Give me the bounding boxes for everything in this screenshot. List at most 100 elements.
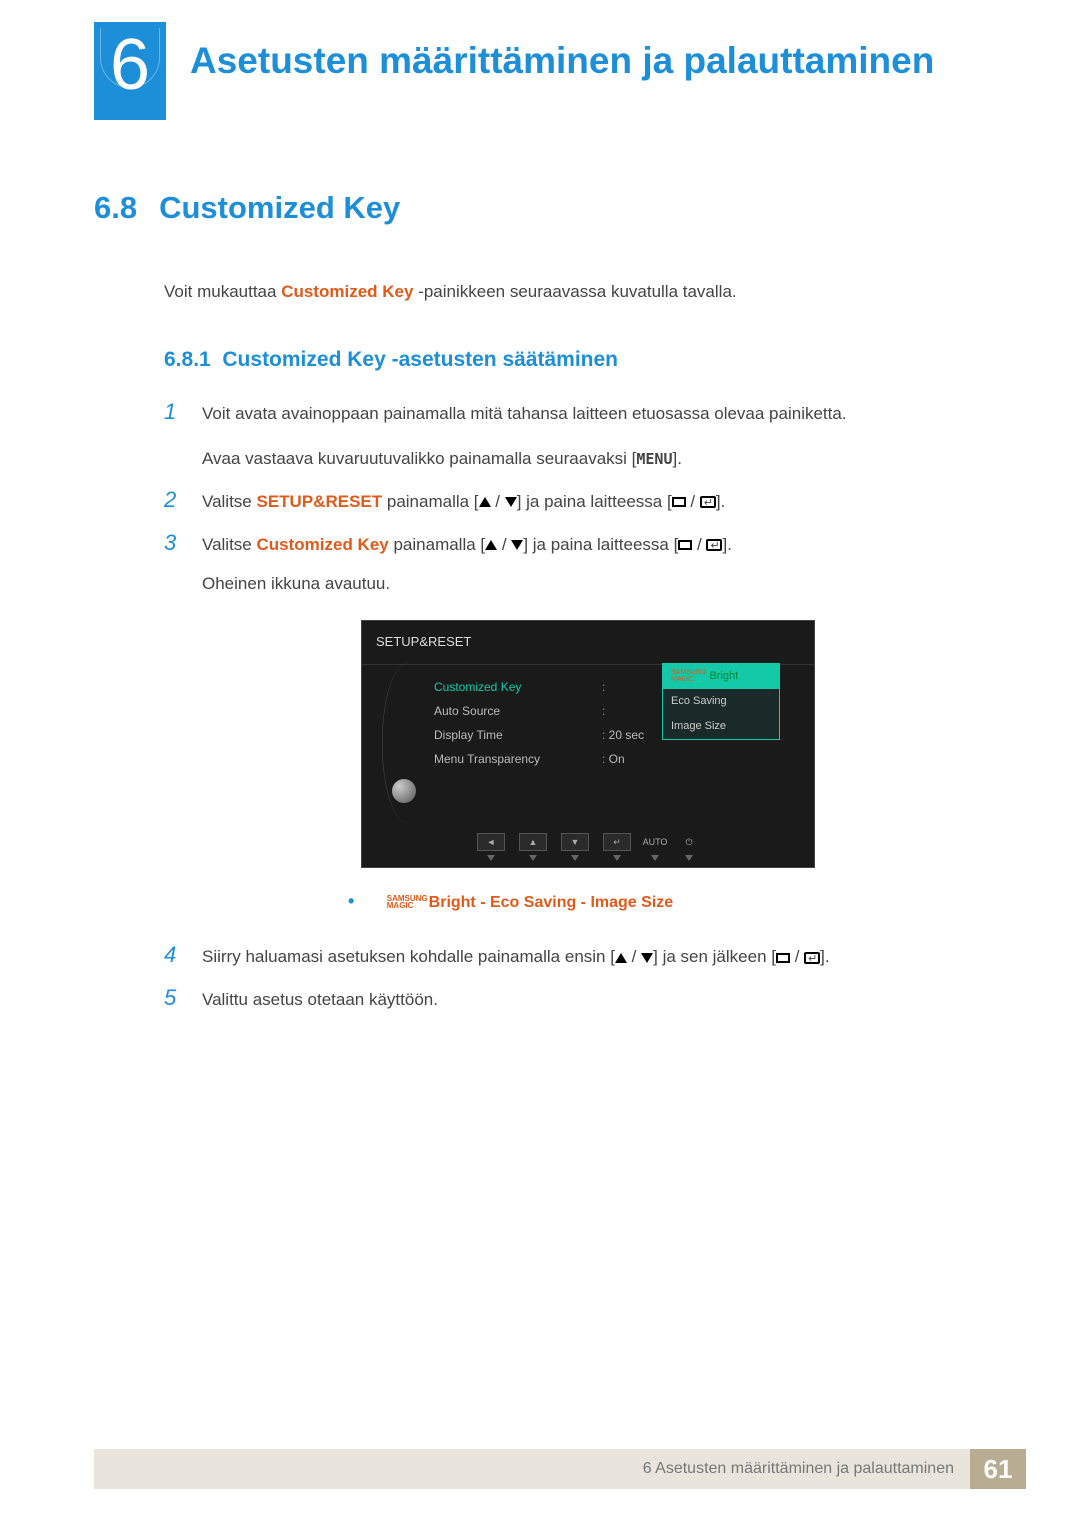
page-number: 61 bbox=[970, 1449, 1026, 1489]
osd-ctrl-up-icon: ▲ bbox=[519, 833, 547, 851]
up-icon bbox=[615, 953, 627, 963]
step-number: 3 bbox=[164, 531, 184, 929]
step-body: Siirry haluamasi asetuksen kohdalle pain… bbox=[202, 943, 974, 972]
step: 3 Valitse Customized Key painamalla [ / … bbox=[164, 531, 974, 929]
osd-title: SETUP&RESET bbox=[362, 621, 814, 664]
page-footer: 6 Asetusten määrittäminen ja palauttamin… bbox=[94, 1449, 1026, 1489]
step1-line2: Avaa vastaava kuvaruutuvalikko painamall… bbox=[202, 445, 974, 474]
osd-ctrl-wrap: AUTO bbox=[645, 833, 665, 861]
down-icon bbox=[505, 497, 517, 507]
s3-e: Oheinen ikkuna avautuu. bbox=[202, 570, 974, 599]
step-number: 5 bbox=[164, 986, 184, 1015]
osd-ctrl-enter-icon: ↵ bbox=[603, 833, 631, 851]
s2-a: Valitse bbox=[202, 492, 257, 511]
step-body: Valitse Customized Key painamalla [ / ] … bbox=[202, 531, 974, 929]
osd-value-text: 20 sec bbox=[609, 728, 644, 742]
osd-arrow-icon bbox=[685, 855, 693, 861]
step: 2 Valitse SETUP&RESET painamalla [ / ] j… bbox=[164, 488, 974, 517]
step: 5 Valittu asetus otetaan käyttöön. bbox=[164, 986, 974, 1015]
osd-arrow-icon bbox=[613, 855, 621, 861]
step-number: 1 bbox=[164, 400, 184, 474]
up-icon bbox=[485, 540, 497, 550]
osd-value-text: On bbox=[609, 752, 625, 766]
osd-ctrl-wrap: ▲ bbox=[519, 833, 547, 861]
osd-menu-item: Display Time bbox=[434, 723, 594, 747]
opt-size: Image Size bbox=[590, 894, 673, 911]
osd-value: : 20 sec bbox=[602, 723, 644, 747]
section-heading: 6.8 Customized Key bbox=[94, 190, 974, 226]
step1-line2b: ]. bbox=[673, 449, 682, 468]
osd-ctrl-down-icon: ▼ bbox=[561, 833, 589, 851]
osd-menu-item-selected: Customized Key bbox=[434, 675, 594, 699]
subsection-number: 6.8.1 bbox=[164, 348, 211, 371]
s4-a: Siirry haluamasi asetuksen kohdalle pain… bbox=[202, 947, 615, 966]
subsection-title: Customized Key -asetusten säätäminen bbox=[222, 348, 618, 371]
osd-opt1-suffix: Bright bbox=[706, 670, 738, 682]
chapter-badge: 6 bbox=[94, 22, 166, 120]
osd-value-sep: : bbox=[602, 675, 644, 699]
s2-c: ] ja paina laitteessa [ bbox=[517, 492, 672, 511]
osd-arrow-icon bbox=[529, 855, 537, 861]
osd-value-sep: : bbox=[602, 699, 644, 723]
step1-line2a: Avaa vastaava kuvaruutuvalikko painamall… bbox=[202, 449, 636, 468]
s2-b: painamalla [ bbox=[382, 492, 478, 511]
osd-arrow-icon bbox=[487, 855, 495, 861]
up-icon bbox=[479, 497, 491, 507]
step-body: Voit avata avainoppaan painamalla mitä t… bbox=[202, 400, 974, 474]
s3-bold: Customized Key bbox=[257, 535, 389, 554]
page-content: 6.8 Customized Key Voit mukauttaa Custom… bbox=[94, 190, 974, 1029]
intro-text: Voit mukauttaa Customized Key -painikkee… bbox=[164, 282, 974, 302]
opt-bright: Bright bbox=[429, 894, 476, 911]
opt-eco: Eco Saving bbox=[490, 894, 576, 911]
intro-bold: Customized Key bbox=[281, 282, 413, 301]
osd-ctrl-wrap: ▼ bbox=[561, 833, 589, 861]
osd-window: SETUP&RESET Customized Key Auto Source D… bbox=[361, 620, 815, 868]
select-icon bbox=[672, 497, 686, 507]
step-body: Valitse SETUP&RESET painamalla [ / ] ja … bbox=[202, 488, 974, 517]
osd-menu-item: Menu Transparency bbox=[434, 747, 594, 771]
magic-bottom: MAGIC bbox=[387, 901, 414, 910]
s3-b: painamalla [ bbox=[389, 535, 485, 554]
step-number: 2 bbox=[164, 488, 184, 517]
osd-submenu-item-active: SAMSUNGMAGIC Bright bbox=[663, 664, 779, 689]
magic-bottom: MAGIC bbox=[671, 676, 694, 683]
intro-before: Voit mukauttaa bbox=[164, 282, 281, 301]
enter-icon bbox=[804, 952, 820, 964]
subsection-heading: 6.8.1 Customized Key -asetusten säätämin… bbox=[164, 348, 974, 372]
s4-c: ]. bbox=[820, 947, 829, 966]
step-number: 4 bbox=[164, 943, 184, 972]
osd-ctrl-auto: AUTO bbox=[645, 833, 665, 851]
select-icon bbox=[776, 953, 790, 963]
s4-b: ] ja sen jälkeen [ bbox=[653, 947, 776, 966]
osd-submenu-item: Eco Saving bbox=[663, 689, 779, 714]
opt-sep: - bbox=[476, 894, 490, 911]
osd-ctrl-power-icon: ⏻ bbox=[679, 833, 699, 851]
step1-line1: Voit avata avainoppaan painamalla mitä t… bbox=[202, 400, 974, 429]
down-icon bbox=[511, 540, 523, 550]
footer-text: 6 Asetusten määrittäminen ja palauttamin… bbox=[94, 1449, 970, 1489]
s2-bold: SETUP&RESET bbox=[257, 492, 383, 511]
osd-values: : : : 20 sec : On bbox=[602, 675, 644, 771]
opt-sep: - bbox=[576, 894, 590, 911]
osd-submenu-item: Image Size bbox=[663, 714, 779, 739]
osd-ctrl-wrap: ◄ bbox=[477, 833, 505, 861]
steps-list: 1 Voit avata avainoppaan painamalla mitä… bbox=[164, 400, 974, 1015]
osd-value: : On bbox=[602, 747, 644, 771]
s3-a: Valitse bbox=[202, 535, 257, 554]
step-body: Valittu asetus otetaan käyttöön. bbox=[202, 986, 974, 1015]
chapter-number: 6 bbox=[110, 29, 150, 101]
osd-arrow-icon bbox=[651, 855, 659, 861]
enter-icon bbox=[706, 539, 722, 551]
s3-d: ]. bbox=[722, 535, 731, 554]
intro-after: -painikkeen seuraavassa kuvatulla tavall… bbox=[413, 282, 736, 301]
osd-controls-row: ◄ ▲ ▼ ↵ AUTO ⏻ bbox=[362, 833, 814, 861]
section-title: Customized Key bbox=[159, 190, 400, 226]
select-icon bbox=[678, 540, 692, 550]
chapter-title: Asetusten määrittäminen ja palauttaminen bbox=[190, 40, 934, 82]
down-icon bbox=[641, 953, 653, 963]
options-line: • SAMSUNGMAGICBright - Eco Saving - Imag… bbox=[348, 886, 974, 917]
magic-badge: SAMSUNGMAGIC bbox=[671, 670, 706, 683]
osd-menu-item: Auto Source bbox=[434, 699, 594, 723]
osd-ctrl-wrap: ⏻ bbox=[679, 833, 699, 861]
magic-badge: SAMSUNGMAGIC bbox=[387, 896, 428, 910]
